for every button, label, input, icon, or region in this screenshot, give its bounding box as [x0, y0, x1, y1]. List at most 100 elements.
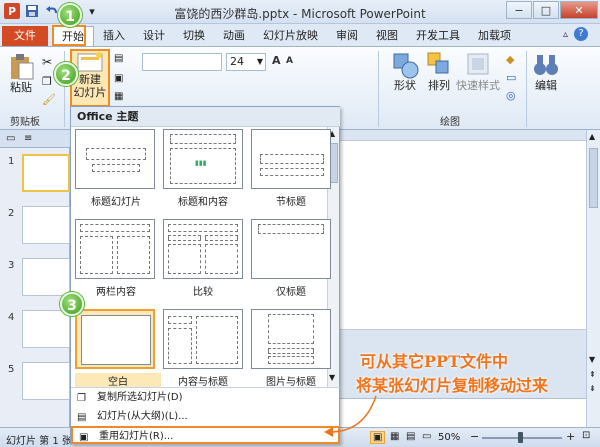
- new-slide-label-line1: 新建: [79, 73, 101, 86]
- placeholder: [168, 235, 201, 241]
- placeholder: [268, 314, 314, 344]
- placeholder: [92, 164, 140, 172]
- slide-number: 1: [8, 156, 15, 167]
- previous-slide-icon[interactable]: ⇞: [589, 370, 596, 379]
- maximize-button[interactable]: □: [533, 1, 559, 19]
- callout-line-1: 可从其它PPT文件中: [360, 352, 508, 371]
- reset-icon[interactable]: ▣: [114, 73, 123, 84]
- layout-picture-caption[interactable]: [251, 309, 331, 369]
- vertical-scrollbar[interactable]: ▲ ▼ ⇞ ⇟: [586, 130, 600, 427]
- group-separator: [378, 51, 379, 127]
- slides-tab-icon[interactable]: ▭: [6, 133, 15, 144]
- slide-thumbnail[interactable]: [22, 206, 70, 244]
- shape-outline-icon[interactable]: ▭: [506, 71, 516, 84]
- duplicate-slides-menu-item[interactable]: ❐ 复制所选幻灯片(D): [71, 389, 340, 407]
- powerpoint-window: P ▾ 富饶的西沙群岛.pptx - Microsoft PowerPoint …: [0, 0, 600, 447]
- layout-title-content[interactable]: ▮▮▮: [163, 129, 243, 189]
- step-badge-3: 3: [60, 292, 84, 316]
- tab-design[interactable]: 设计: [134, 26, 174, 46]
- placeholder: [196, 316, 238, 364]
- chevron-down-icon: ▼: [256, 57, 263, 66]
- zoom-slider-thumb[interactable]: [518, 432, 523, 443]
- tab-insert[interactable]: 插入: [94, 26, 134, 46]
- arrange-button[interactable]: 排列: [424, 51, 454, 92]
- layout-title-only[interactable]: [251, 219, 331, 279]
- tab-transitions[interactable]: 切换: [174, 26, 214, 46]
- editing-button[interactable]: 编辑: [532, 51, 560, 92]
- format-painter-icon[interactable]: 🖌: [42, 93, 56, 106]
- close-button[interactable]: ✕: [560, 1, 598, 19]
- duplicate-icon: ❐: [77, 393, 86, 404]
- layout-section-header[interactable]: [251, 129, 331, 189]
- menu-separator: [71, 387, 340, 388]
- placeholder: [268, 356, 314, 364]
- clipboard-group-label: 剪贴板: [10, 117, 40, 128]
- reuse-slides-menu-item[interactable]: ▣ 重用幻灯片(R)...: [71, 426, 340, 444]
- placeholder: [86, 148, 146, 160]
- slides-from-outline-menu-item[interactable]: ▤ 幻灯片(从大纲)(L)...: [71, 408, 340, 426]
- section-icon[interactable]: ▦: [114, 91, 123, 102]
- cut-icon[interactable]: ✂: [42, 55, 52, 69]
- placeholder: [205, 235, 238, 241]
- scroll-down-icon[interactable]: ▼: [589, 355, 595, 364]
- slide-thumbnail[interactable]: [22, 258, 70, 296]
- slide-thumbnail[interactable]: [22, 310, 70, 348]
- help-icon[interactable]: ?: [574, 27, 588, 41]
- slideshow-view-icon[interactable]: ▭: [422, 431, 431, 442]
- tab-animations[interactable]: 动画: [214, 26, 254, 46]
- quick-styles-button[interactable]: 快速样式: [456, 51, 500, 92]
- placeholder: [258, 224, 324, 234]
- scroll-thumb[interactable]: [589, 148, 598, 208]
- layout-blank[interactable]: [75, 309, 155, 369]
- shapes-icon: [393, 53, 419, 79]
- zoom-in-icon[interactable]: +: [566, 430, 575, 443]
- ribbon-minimize-icon[interactable]: ▵: [563, 29, 568, 40]
- slide-thumbnail[interactable]: [22, 154, 70, 192]
- shape-fill-icon[interactable]: ◆: [506, 53, 514, 66]
- step-badge-1: 1: [58, 3, 82, 27]
- slide-sorter-icon[interactable]: ▦: [390, 431, 399, 442]
- zoom-out-icon[interactable]: −: [470, 430, 479, 443]
- layout-name: 节标题: [276, 197, 306, 208]
- layout-two-content[interactable]: [75, 219, 155, 279]
- slide-thumbnail[interactable]: [22, 362, 70, 400]
- reading-view-icon[interactable]: ▤: [406, 431, 415, 442]
- outline-tab-icon[interactable]: ≡: [24, 133, 32, 144]
- fit-window-icon[interactable]: ⊡: [582, 430, 590, 441]
- slide-count-status: 幻灯片 第 1 张: [6, 436, 72, 447]
- layout-name: 仅标题: [276, 287, 306, 298]
- tab-review[interactable]: 审阅: [327, 26, 367, 46]
- shrink-font-icon[interactable]: A: [286, 56, 293, 66]
- outline-icon: ▤: [77, 412, 87, 423]
- layout-icon[interactable]: ▤: [114, 53, 123, 64]
- font-name-combo[interactable]: [142, 53, 222, 71]
- tab-addins[interactable]: 加载项: [469, 26, 520, 46]
- current-slide-canvas[interactable]: [330, 140, 588, 330]
- shape-effects-icon[interactable]: ◎: [506, 89, 516, 102]
- tab-developer[interactable]: 开发工具: [407, 26, 469, 46]
- placeholder: ▮▮▮: [170, 148, 236, 184]
- layout-comparison[interactable]: [163, 219, 243, 279]
- binoculars-icon: [534, 55, 558, 75]
- layout-content-caption[interactable]: [163, 309, 243, 369]
- font-size-combo[interactable]: 24 ▼: [226, 53, 266, 71]
- grow-font-icon[interactable]: A: [272, 54, 281, 67]
- placeholder: [260, 168, 324, 176]
- quick-styles-icon: [467, 53, 489, 75]
- copy-icon[interactable]: ❐: [42, 75, 52, 88]
- layout-title-slide[interactable]: [75, 129, 155, 189]
- tab-slideshow[interactable]: 幻灯片放映: [254, 26, 327, 46]
- minimize-button[interactable]: −: [506, 1, 532, 19]
- paste-label: 粘贴: [10, 81, 32, 94]
- shapes-button[interactable]: 形状: [388, 51, 422, 92]
- layout-name: 空白: [75, 373, 161, 388]
- tab-view[interactable]: 视图: [367, 26, 407, 46]
- zoom-level[interactable]: 50%: [438, 432, 460, 443]
- paste-button[interactable]: 粘贴: [6, 53, 36, 94]
- outline-label: 幻灯片(从大纲)(L)...: [97, 411, 188, 422]
- next-slide-icon[interactable]: ⇟: [589, 384, 596, 393]
- scroll-up-icon[interactable]: ▲: [589, 132, 595, 141]
- slide-number: 3: [8, 260, 15, 271]
- tab-file[interactable]: 文件: [2, 26, 48, 46]
- layout-name: 两栏内容: [96, 287, 136, 298]
